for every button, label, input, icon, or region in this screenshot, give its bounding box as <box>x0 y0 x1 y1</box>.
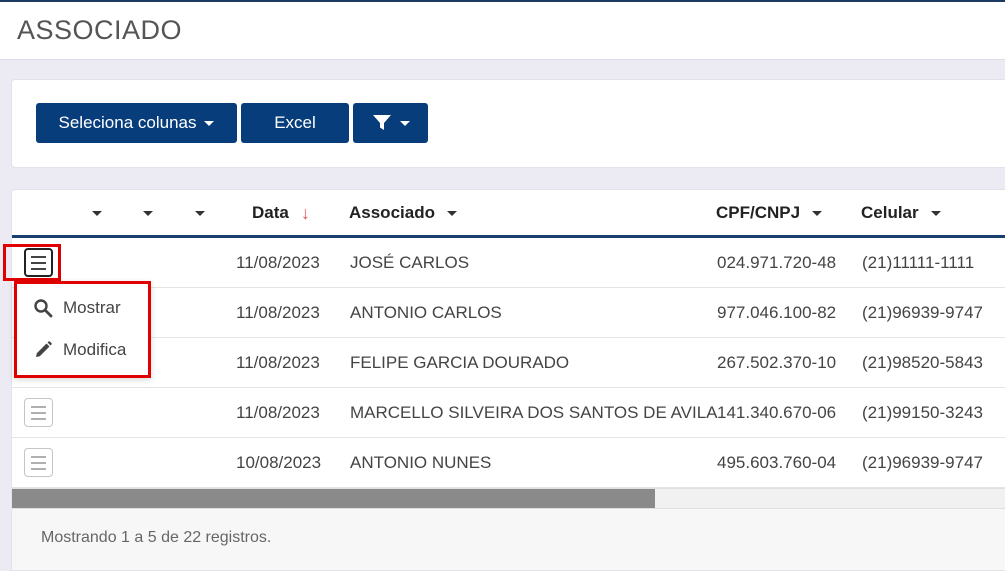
excel-export-button[interactable]: Excel <box>241 103 349 143</box>
chevron-down-icon <box>812 210 823 216</box>
cell-associado: ANTONIO CARLOS <box>350 303 502 322</box>
row-menu-button[interactable] <box>24 398 53 427</box>
column-header-celular[interactable]: Celular <box>861 190 941 236</box>
row-action-menu: Mostrar Modifica <box>14 281 151 378</box>
chevron-down-icon <box>143 210 153 216</box>
cell-associado: MARCELLO SILVEIRA DOS SANTOS DE AVILA <box>350 403 718 422</box>
cell-cpf: 495.603.760-04 <box>717 453 837 472</box>
column-header-label: Data <box>252 203 289 222</box>
column-header-label: CPF/CNPJ <box>716 203 801 222</box>
table-row: 11/08/2023 FELIPE GARCIA DOURADO 267.502… <box>12 338 1005 388</box>
row-menu-button[interactable] <box>24 448 53 477</box>
sort-descending-icon: ↓ <box>300 202 310 223</box>
select-columns-button[interactable]: Seleciona colunas <box>36 103 237 143</box>
cell-associado: FELIPE GARCIA DOURADO <box>350 353 570 372</box>
row-menu-button[interactable] <box>24 248 53 277</box>
cell-celular: (21)99150-3243 <box>862 403 983 422</box>
select-columns-label: Seleciona colunas <box>58 113 197 132</box>
chevron-down-icon <box>195 210 205 216</box>
column-header-label: Associado <box>349 203 435 222</box>
cell-cpf: 267.502.370-10 <box>717 353 837 372</box>
cell-associado: JOSÉ CARLOS <box>350 253 470 272</box>
table-row: 11/08/2023 MARCELLO SILVEIRA DOS SANTOS … <box>12 388 1005 438</box>
cell-date: 11/08/2023 <box>236 303 320 322</box>
menu-item-label: Mostrar <box>63 298 121 317</box>
pencil-icon <box>36 341 52 357</box>
cell-celular: (21)98520-5843 <box>862 353 983 372</box>
page-header: ASSOCIADO <box>0 0 1005 60</box>
chevron-down-icon <box>930 210 941 216</box>
cell-cpf: 977.046.100-82 <box>717 303 837 322</box>
search-icon <box>34 299 53 318</box>
cell-cpf: 141.340.670-06 <box>717 403 837 422</box>
toolbar: Seleciona colunas Excel <box>11 79 1005 168</box>
page-title: ASSOCIADO <box>17 15 183 45</box>
cell-cpf: 024.971.720-48 <box>717 253 837 272</box>
records-info: Mostrando 1 a 5 de 22 registros. <box>41 529 272 546</box>
cell-date: 11/08/2023 <box>236 353 320 372</box>
cell-date: 10/08/2023 <box>236 453 322 472</box>
column-header-cpf[interactable]: CPF/CNPJ <box>716 190 823 236</box>
cell-celular: (21)96939-9747 <box>862 303 983 322</box>
filter-icon <box>372 115 391 130</box>
cell-date: 11/08/2023 <box>236 253 320 272</box>
chevron-down-icon <box>92 210 102 216</box>
column-header-data[interactable]: Data ↓ <box>252 190 310 236</box>
table-footer: Mostrando 1 a 5 de 22 registros. <box>12 508 1005 570</box>
table-row: 10/08/2023 ANTONIO NUNES 495.603.760-04 … <box>12 438 1005 488</box>
table-row: 11/08/2023 JOSÉ CARLOS 024.971.720-48 (2… <box>12 238 1005 288</box>
column-sort-toggle[interactable] <box>140 190 156 236</box>
chevron-down-icon <box>399 120 410 126</box>
cell-associado: ANTONIO NUNES <box>350 453 492 472</box>
column-sort-toggle[interactable] <box>89 190 105 236</box>
data-table: Data ↓ Associado CPF/CNPJ Celular 11/08/… <box>11 189 1005 571</box>
cell-celular: (21)11111-1111 <box>862 253 975 272</box>
cell-date: 11/08/2023 <box>236 403 320 422</box>
chevron-down-icon <box>204 120 215 126</box>
filter-button[interactable] <box>353 103 428 143</box>
column-header-label: Celular <box>861 203 919 222</box>
table-header: Data ↓ Associado CPF/CNPJ Celular <box>12 190 1005 238</box>
column-header-associado[interactable]: Associado <box>349 190 457 236</box>
menu-item-edit[interactable]: Modifica <box>33 340 126 360</box>
horizontal-scrollbar[interactable] <box>12 488 1005 508</box>
menu-item-show[interactable]: Mostrar <box>33 298 121 318</box>
menu-item-label: Modifica <box>63 340 127 359</box>
chevron-down-icon <box>446 210 457 216</box>
excel-label: Excel <box>274 113 316 132</box>
table-row: 11/08/2023 ANTONIO CARLOS 977.046.100-82… <box>12 288 1005 338</box>
scrollbar-thumb[interactable] <box>12 489 655 508</box>
column-sort-toggle[interactable] <box>192 190 208 236</box>
cell-celular: (21)96939-9747 <box>862 453 983 472</box>
